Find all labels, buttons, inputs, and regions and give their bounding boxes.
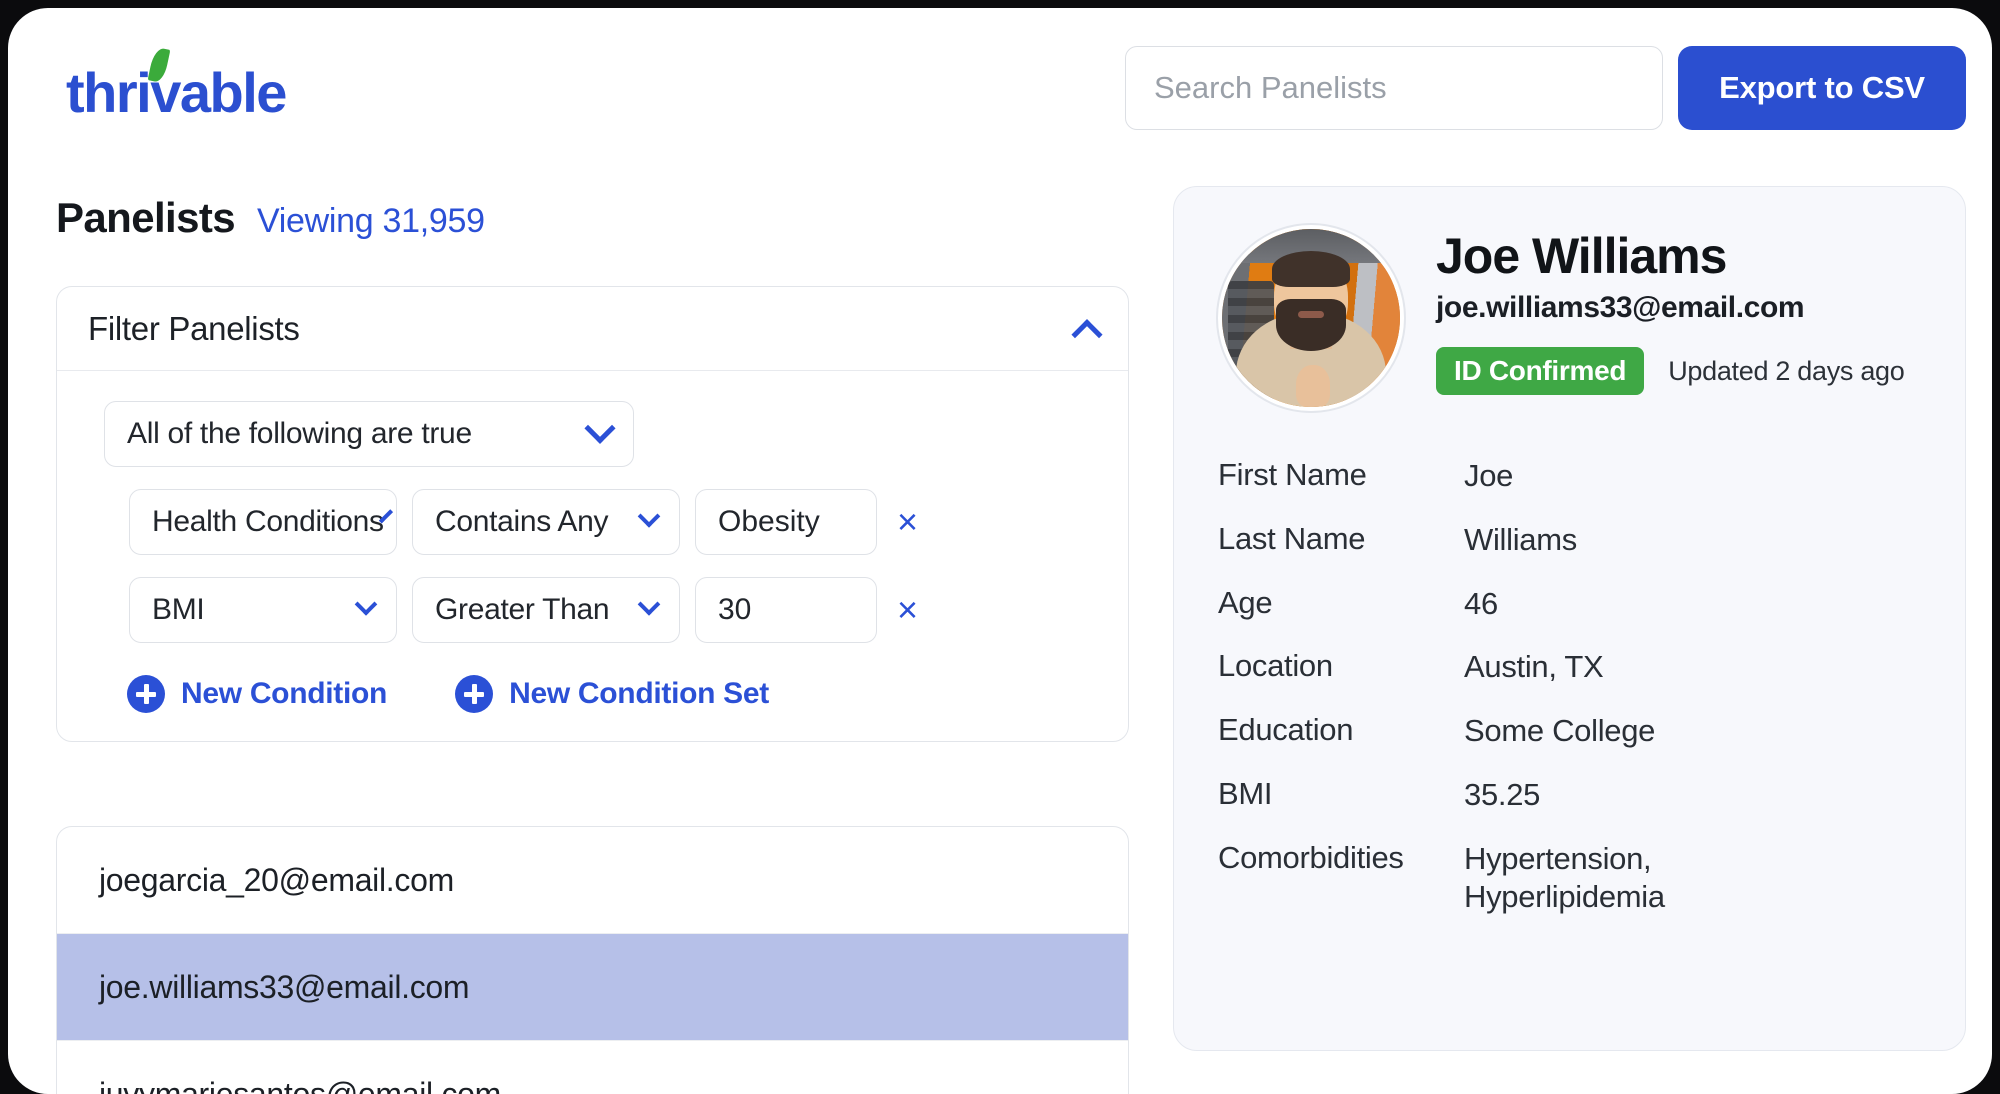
- profile-name: Joe Williams: [1436, 228, 1727, 284]
- status-line: ID Confirmed Updated 2 days ago: [1436, 347, 1905, 395]
- status-badge: ID Confirmed: [1436, 347, 1645, 395]
- detail-row: BMI 35.25: [1218, 776, 1921, 815]
- profile-email: joe.williams33@email.com: [1436, 291, 1805, 324]
- condition-value-input[interactable]: [718, 593, 854, 627]
- search-panelists-box[interactable]: [1125, 46, 1663, 130]
- chevron-down-icon[interactable]: [637, 593, 661, 616]
- detail-row: First Name Joe: [1218, 457, 1921, 496]
- detail-value: Hypertension, Hyperlipidemia: [1464, 840, 1665, 915]
- detail-row: Last Name Williams: [1218, 521, 1921, 560]
- filter-card-body: All of the following are true Health Con…: [57, 371, 1128, 741]
- avatar-thumb: [1296, 365, 1330, 407]
- condition-row: Health Conditions Contains Any ×: [129, 489, 1098, 555]
- logo-text-after: able: [179, 61, 288, 124]
- page-title: Panelists: [56, 194, 236, 241]
- new-condition-button[interactable]: New Condition: [127, 675, 387, 713]
- detail-row: Age 46: [1218, 585, 1921, 624]
- detail-label: Last Name: [1218, 520, 1366, 556]
- detail-row: Comorbidities Hypertension, Hyperlipidem…: [1218, 840, 1921, 918]
- detail-value: Williams: [1464, 521, 1577, 557]
- detail-row: Education Some College: [1218, 712, 1921, 751]
- chevron-down-icon[interactable]: [637, 505, 661, 528]
- remove-condition-icon[interactable]: ×: [897, 592, 918, 628]
- detail-value: Joe: [1464, 458, 1514, 493]
- filter-scope-select[interactable]: All of the following are true: [104, 401, 634, 467]
- list-item-selected[interactable]: joe.williams33@email.com: [57, 934, 1128, 1041]
- avatar-beard: [1276, 299, 1346, 351]
- new-condition-set-label: New Condition Set: [509, 677, 769, 710]
- chevron-down-icon[interactable]: [584, 412, 616, 444]
- new-condition-set-button[interactable]: New Condition Set: [455, 675, 769, 713]
- remove-condition-icon[interactable]: ×: [897, 504, 918, 540]
- new-condition-label: New Condition: [181, 677, 388, 710]
- avatar: [1218, 225, 1404, 411]
- condition-value-field[interactable]: [695, 577, 877, 643]
- filter-card-title: Filter Panelists: [88, 309, 300, 347]
- detail-label: First Name: [1218, 457, 1367, 492]
- detail-label: Age: [1218, 584, 1273, 620]
- updated-timestamp: Updated 2 days ago: [1668, 355, 1905, 386]
- detail-label: Location: [1218, 648, 1333, 684]
- logo-text-before: thri: [66, 61, 152, 124]
- plus-icon: [127, 675, 165, 713]
- condition-field-value: Health Conditions: [152, 505, 384, 538]
- list-item[interactable]: juvymariesantos@email.com: [57, 1041, 1128, 1094]
- detail-value: 46: [1464, 585, 1498, 621]
- condition-field-select[interactable]: Health Conditions: [129, 489, 397, 555]
- thrivable-logo: thriv able: [66, 46, 287, 121]
- profile-header: Joe Williams joe.williams33@email.com ID…: [1218, 225, 1921, 411]
- chevron-down-icon[interactable]: [354, 593, 378, 616]
- app-window: thrivable Export to CSV Panelists Viewin…: [8, 8, 1992, 1094]
- page-title-row: Panelists Viewing 31,959: [56, 194, 485, 242]
- condition-value-input[interactable]: [718, 505, 854, 539]
- detail-label: BMI: [1218, 775, 1273, 811]
- condition-field-select[interactable]: BMI: [129, 577, 397, 643]
- panelist-list: joegarcia_20@email.com joe.williams33@em…: [56, 826, 1129, 1094]
- panelist-detail-panel: Joe Williams joe.williams33@email.com ID…: [1173, 186, 1966, 1051]
- logo-v-with-leaf: v: [147, 46, 181, 121]
- plus-icon: [455, 675, 494, 713]
- detail-label: Education: [1218, 712, 1354, 747]
- detail-row: Location Austin, TX: [1218, 648, 1921, 687]
- condition-operator-value: Contains Any: [435, 505, 609, 538]
- detail-value: Austin, TX: [1464, 649, 1604, 685]
- filter-card-header[interactable]: Filter Panelists: [57, 287, 1128, 371]
- detail-label: Comorbidities: [1218, 839, 1404, 875]
- list-item[interactable]: joegarcia_20@email.com: [57, 827, 1128, 934]
- viewing-count[interactable]: Viewing 31,959: [257, 202, 485, 241]
- app-header: thrivable Export to CSV: [8, 8, 1992, 178]
- chevron-up-icon[interactable]: [1071, 318, 1103, 350]
- profile-meta: Joe Williams joe.williams33@email.com ID…: [1436, 225, 1905, 395]
- filter-scope-value: All of the following are true: [127, 417, 472, 450]
- condition-operator-select[interactable]: Greater Than: [412, 577, 680, 643]
- condition-row: BMI Greater Than ×: [129, 577, 1098, 643]
- condition-field-value: BMI: [152, 593, 205, 626]
- condition-operator-value: Greater Than: [435, 593, 610, 626]
- detail-value: Some College: [1464, 713, 1656, 748]
- add-buttons-row: New Condition New Condition Set: [127, 675, 1098, 713]
- condition-value-field[interactable]: [695, 489, 877, 555]
- filter-panelists-card: Filter Panelists All of the following ar…: [56, 286, 1129, 742]
- detail-value: 35.25: [1464, 776, 1541, 812]
- condition-operator-select[interactable]: Contains Any: [412, 489, 680, 555]
- export-to-csv-button[interactable]: Export to CSV: [1678, 46, 1966, 130]
- avatar-mouth: [1298, 311, 1324, 318]
- avatar-hair: [1272, 251, 1350, 287]
- detail-fields: First Name Joe Last Name Williams Age 46…: [1218, 457, 1921, 917]
- search-input[interactable]: [1154, 70, 1634, 106]
